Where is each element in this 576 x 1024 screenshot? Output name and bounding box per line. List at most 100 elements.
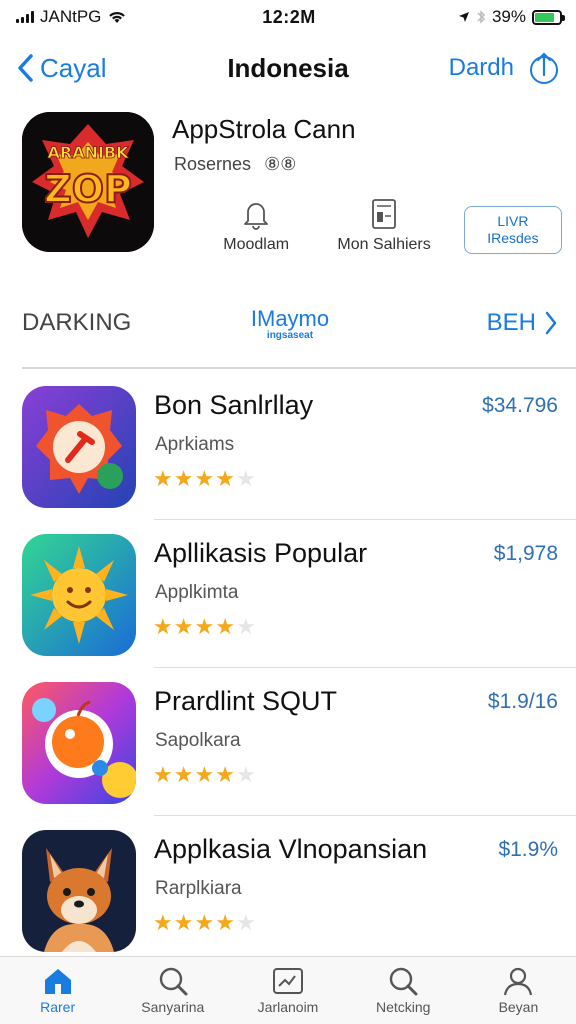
search-icon	[159, 967, 188, 996]
tab-search[interactable]: Sanyarina	[115, 957, 230, 1024]
tab-today[interactable]: Rarer	[0, 957, 115, 1024]
get-button-line2: IResdes	[487, 230, 539, 246]
featured-rating-badge: ⑧⑧	[264, 154, 297, 174]
star-icon: ★	[173, 614, 194, 639]
back-label: Cayal	[40, 52, 107, 83]
app-price[interactable]: $34.796	[482, 394, 558, 418]
star-icon: ★	[153, 762, 173, 787]
star-icon: ★	[194, 466, 215, 491]
sun-artwork	[22, 534, 136, 656]
fox-artwork	[22, 830, 136, 952]
featured-icon-text-main: ZOP	[44, 167, 132, 211]
app-subtitle: Aprkiams	[155, 434, 235, 455]
featured-rating-text: Rosernes	[174, 154, 252, 174]
section-title: DARKING	[22, 309, 132, 336]
tab-gallery[interactable]: Jarlanoim	[230, 957, 345, 1024]
star-icon: ★	[194, 614, 215, 639]
nav-right-button[interactable]: Dardh	[449, 54, 514, 82]
featured-app-icon[interactable]: ARANIBK ZOP	[22, 112, 154, 252]
section-header: DARKING IMaymo ingsaseat BEH	[22, 298, 558, 348]
tab-profile[interactable]: Beyan	[461, 957, 576, 1024]
status-bar: JANtPG 12:2M 39%	[0, 0, 576, 34]
star-icon: ★	[235, 762, 256, 787]
app-price[interactable]: $1,978	[494, 542, 558, 566]
search-icon	[390, 967, 418, 996]
signal-icon	[16, 11, 34, 23]
tab-label: Jarlanoim	[257, 999, 319, 1015]
bluetooth-icon	[477, 10, 486, 24]
tab-label: Beyan	[498, 999, 539, 1015]
app-subtitle: Applkimta	[155, 582, 239, 603]
hammer-badge-artwork	[22, 386, 136, 508]
wifi-icon	[109, 12, 126, 23]
carrier-label: JANtPG	[40, 7, 102, 26]
list-item[interactable]: Applkasia Vlnopansian Rarplkiara ★ ★ ★ ★ ★ $…	[0, 816, 576, 964]
star-rating: ★ ★ ★ ★ ★	[153, 468, 256, 490]
star-icon: ★	[215, 614, 235, 639]
star-rating: ★ ★ ★ ★ ★	[153, 764, 256, 786]
back-button[interactable]: Cayal	[16, 53, 166, 84]
star-icon: ★	[235, 614, 256, 639]
star-icon: ★	[215, 762, 235, 787]
star-icon: ★	[153, 466, 173, 491]
nav-right: Dardh	[410, 51, 560, 85]
status-time: 12:2M	[262, 6, 316, 27]
notify-action[interactable]: Moodlam	[212, 200, 300, 254]
app-price[interactable]: $1.9%	[498, 838, 558, 862]
app-name: Apllikasis Popular	[154, 538, 368, 568]
nav-bar: Cayal Indonesia Dardh	[0, 40, 576, 96]
star-rating: ★ ★ ★ ★ ★	[153, 616, 256, 638]
star-icon: ★	[215, 466, 235, 491]
document-icon	[372, 199, 396, 229]
app-icon	[22, 534, 136, 656]
tab-label: Netcking	[375, 999, 431, 1015]
featured-app: ARANIBK ZOP AppStrola Cann Rosernes ⑧⑧ M…	[22, 112, 562, 262]
list-item[interactable]: Bon Sanlrllay Aprkiams ★ ★ ★ ★ ★ $34.796	[0, 372, 576, 520]
star-icon: ★	[235, 910, 256, 935]
battery-icon	[532, 9, 565, 25]
star-icon: ★	[194, 910, 215, 935]
star-icon: ★	[153, 910, 173, 935]
notify-label: Moodlam	[223, 236, 290, 253]
app-icon	[22, 682, 136, 804]
star-icon: ★	[173, 762, 194, 787]
tab-label: Sanyarina	[141, 999, 205, 1015]
star-icon: ★	[173, 466, 194, 491]
see-all-label: BEH	[486, 309, 536, 336]
image-icon	[273, 968, 303, 994]
app-price[interactable]: $1.9/16	[488, 690, 558, 714]
status-right: 39%	[362, 7, 565, 27]
share-icon[interactable]	[528, 51, 560, 85]
battery-percent: 39%	[491, 7, 526, 26]
get-button[interactable]: LIVR IResdes	[463, 206, 562, 254]
chat-bubble-artwork	[22, 682, 136, 804]
star-rating: ★ ★ ★ ★ ★	[153, 912, 256, 934]
app-subtitle: Sapolkara	[155, 730, 241, 751]
location-arrow-icon	[458, 12, 469, 22]
featured-app-name[interactable]: AppStrola Cann	[172, 114, 356, 145]
section-divider	[22, 367, 576, 369]
tab-label: Rarer	[40, 999, 76, 1015]
section-center-link[interactable]: IMaymo ingsaseat	[251, 306, 329, 341]
section-center-main: IMaymo	[250, 305, 330, 331]
app-name: Bon Sanlrllay	[154, 390, 314, 420]
star-icon: ★	[194, 762, 215, 787]
person-icon	[504, 967, 533, 996]
chevron-left-icon	[18, 54, 33, 82]
star-icon: ★	[215, 910, 235, 935]
bell-icon	[244, 203, 269, 230]
app-name: Prardlint SQUT	[154, 686, 338, 716]
star-icon: ★	[235, 466, 256, 491]
similar-action[interactable]: Mon Salhiers	[320, 198, 448, 254]
see-all-button[interactable]: BEH	[408, 309, 558, 337]
star-icon: ★	[153, 614, 173, 639]
list-item[interactable]: Prardlint SQUT Sapolkara ★ ★ ★ ★ ★ $1.9/16	[0, 668, 576, 816]
get-button-line1: LIVR	[497, 213, 529, 229]
app-icon	[22, 830, 136, 952]
chevron-right-icon	[545, 311, 557, 335]
app-list: Bon Sanlrllay Aprkiams ★★★★★ $34.796	[0, 372, 576, 964]
app-subtitle: Rarplkiara	[155, 878, 242, 899]
tab-search-2[interactable]: Netcking	[346, 957, 461, 1024]
list-item[interactable]: Apllikasis Popular Applkimta ★ ★ ★ ★ ★ $1,97…	[0, 520, 576, 668]
app-name: Applkasia Vlnopansian	[154, 834, 428, 864]
